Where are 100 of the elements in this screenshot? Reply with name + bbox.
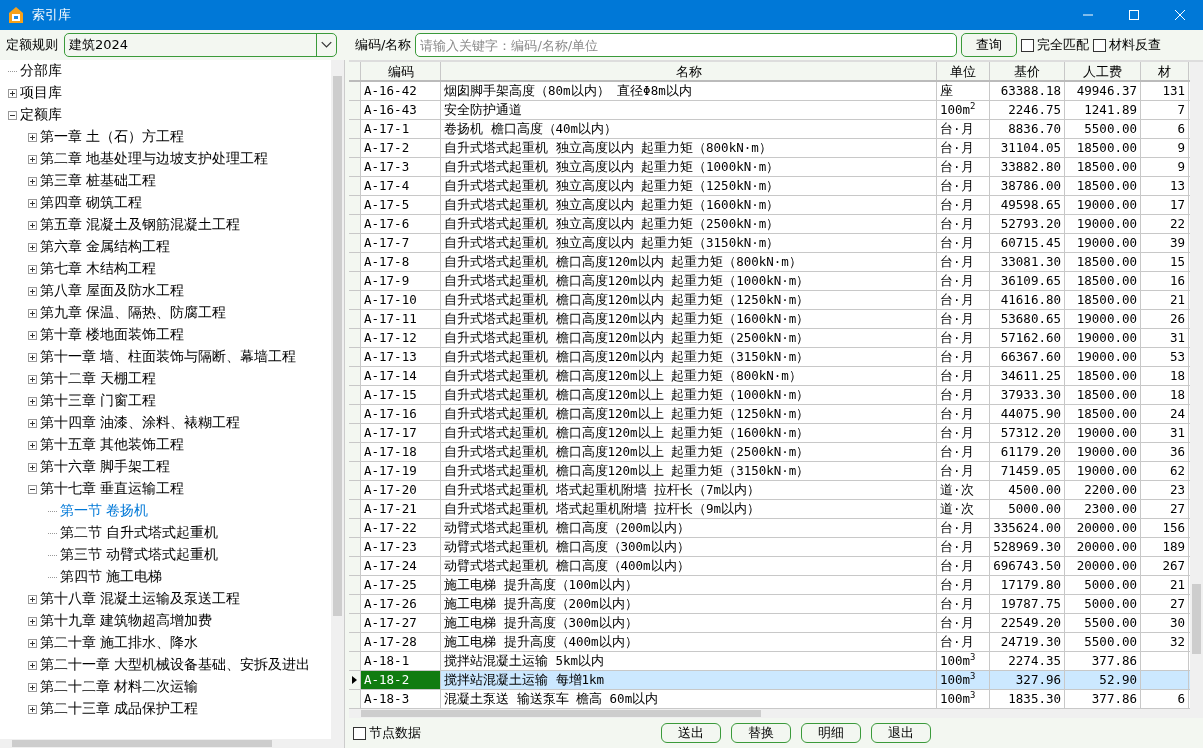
rule-label: 定额规则 [6, 36, 58, 54]
table-cell: 自升式塔式起重机 檐口高度120m以内 起重力矩（800kN·m） [441, 253, 937, 271]
option-checkbox[interactable]: 材料反查 [1093, 36, 1162, 54]
expand-icon[interactable] [8, 88, 17, 98]
tree-item[interactable]: 第二十章 施工排水、降水 [40, 634, 199, 652]
row-header[interactable] [349, 671, 361, 689]
expand-icon[interactable] [28, 198, 37, 208]
scrollbar[interactable] [1190, 62, 1203, 709]
tree-item[interactable]: 第一节 卷扬机 [60, 502, 149, 520]
table-cell: 施工电梯 提升高度（300m以内） [441, 614, 937, 632]
action-button[interactable]: 替换 [731, 723, 791, 743]
tree-item[interactable]: 第四节 施工电梯 [60, 568, 163, 586]
tree-item[interactable]: 第八章 屋面及防水工程 [40, 282, 185, 300]
action-button[interactable]: 送出 [661, 723, 721, 743]
expand-icon[interactable] [28, 308, 37, 318]
expand-icon[interactable] [28, 418, 37, 428]
column-header[interactable]: 单位 [937, 62, 990, 80]
tree-item[interactable]: 第二十二章 材料二次运输 [40, 678, 199, 696]
expand-icon[interactable] [28, 440, 37, 450]
expand-icon[interactable] [28, 462, 37, 472]
table-cell: 19000.00 [1065, 329, 1141, 347]
table-cell: A-17-26 [361, 595, 441, 613]
tree-item[interactable]: 第一章 土（石）方工程 [40, 128, 185, 146]
tree-item[interactable]: 第二十三章 成品保护工程 [40, 700, 199, 718]
table-cell: 18 [1141, 367, 1189, 385]
column-header[interactable]: 基价 [990, 62, 1065, 80]
table-cell: 台·月 [937, 576, 990, 594]
horizontal-scrollbar[interactable] [0, 739, 344, 748]
collapse-icon[interactable] [8, 110, 17, 120]
tree-item[interactable]: 定额库 [20, 106, 62, 124]
tree-item[interactable]: 第九章 保温、隔热、防腐工程 [40, 304, 227, 322]
maximize-icon[interactable] [1129, 10, 1139, 20]
tree-item[interactable]: 第三章 桩基础工程 [40, 172, 157, 190]
expand-icon[interactable] [28, 374, 37, 384]
expand-icon[interactable] [28, 330, 37, 340]
expand-icon[interactable] [28, 638, 37, 648]
tree-item[interactable]: 第四章 砌筑工程 [40, 194, 143, 212]
horizontal-scrollbar[interactable] [349, 709, 1203, 718]
tree-item[interactable]: 第十五章 其他装饰工程 [40, 436, 185, 454]
table-cell: 44075.90 [990, 405, 1065, 423]
expand-icon[interactable] [28, 264, 37, 274]
action-button[interactable]: 明细 [801, 723, 861, 743]
close-icon[interactable] [1175, 10, 1185, 20]
expand-icon[interactable] [28, 352, 37, 362]
tree-item[interactable]: 第七章 木结构工程 [40, 260, 157, 278]
table-cell: A-17-14 [361, 367, 441, 385]
tree-item[interactable]: 第二节 自升式塔式起重机 [60, 524, 219, 542]
expand-icon[interactable] [28, 154, 37, 164]
table-cell: 2300.00 [1065, 500, 1141, 518]
tree-item[interactable]: 第十七章 垂直运输工程 [40, 480, 185, 498]
column-header[interactable]: 编码 [361, 62, 441, 80]
table-cell: A-17-28 [361, 633, 441, 651]
table-cell: 台·月 [937, 519, 990, 537]
scrollbar[interactable] [331, 60, 344, 739]
expand-icon[interactable] [28, 396, 37, 406]
collapse-icon[interactable] [28, 484, 37, 494]
tree-item[interactable]: 第五章 混凝土及钢筋混凝土工程 [40, 216, 241, 234]
table-cell: 19000.00 [1065, 234, 1141, 252]
expand-icon[interactable] [28, 286, 37, 296]
expand-icon[interactable] [28, 176, 37, 186]
tree-item[interactable]: 第十一章 墙、柱面装饰与隔断、幕墙工程 [40, 348, 297, 366]
action-button[interactable]: 退出 [871, 723, 931, 743]
option-checkbox[interactable]: 完全匹配 [1021, 36, 1090, 54]
expand-icon[interactable] [28, 220, 37, 230]
expand-icon[interactable] [28, 132, 37, 142]
tree-item[interactable]: 第十六章 脚手架工程 [40, 458, 171, 476]
tree-item[interactable]: 第十二章 天棚工程 [40, 370, 157, 388]
tree-item[interactable]: 第三节 动臂式塔式起重机 [60, 546, 219, 564]
table-cell: 6 [1141, 120, 1189, 138]
expand-icon[interactable] [28, 594, 37, 604]
tree-item[interactable]: 项目库 [20, 84, 62, 102]
tree-item[interactable]: 第十四章 油漆、涂料、裱糊工程 [40, 414, 241, 432]
expand-icon[interactable] [28, 616, 37, 626]
tree-item[interactable]: 分部库 [20, 62, 62, 80]
tree-item[interactable]: 第二章 地基处理与边坡支护处理工程 [40, 150, 269, 168]
search-button[interactable]: 查询 [961, 33, 1018, 57]
column-header[interactable]: 材 [1141, 62, 1189, 80]
table-cell: 动臂式塔式起重机 檐口高度（300m以内） [441, 538, 937, 556]
table-cell: 台·月 [937, 329, 990, 347]
tree-item[interactable]: 第六章 金属结构工程 [40, 238, 171, 256]
expand-icon[interactable] [28, 704, 37, 714]
expand-icon[interactable] [28, 242, 37, 252]
tree-item[interactable]: 第二十一章 大型机械设备基础、安拆及进出 [40, 656, 311, 674]
node-data-checkbox[interactable]: 节点数据 [353, 724, 421, 742]
table-cell: 18 [1141, 386, 1189, 404]
table-cell: 377.86 [1065, 690, 1141, 708]
table-cell: 19000.00 [1065, 443, 1141, 461]
search-field[interactable]: 请输入关键字：编码/名称/单位 [415, 33, 958, 57]
table-cell: 19000.00 [1065, 348, 1141, 366]
tree-item[interactable]: 第十章 楼地面装饰工程 [40, 326, 185, 344]
expand-icon[interactable] [28, 660, 37, 670]
expand-icon[interactable] [28, 682, 37, 692]
column-header[interactable]: 名称 [441, 62, 937, 80]
rule-dropdown[interactable]: 建筑2024 [64, 33, 337, 57]
table-cell: 自升式塔式起重机 独立高度以内 起重力矩（3150kN·m） [441, 234, 937, 252]
table-cell: 自升式塔式起重机 檐口高度120m以内 起重力矩（2500kN·m） [441, 329, 937, 347]
tree-item[interactable]: 第十九章 建筑物超高增加费 [40, 612, 213, 630]
tree-item[interactable]: 第十三章 门窗工程 [40, 392, 157, 410]
tree-item[interactable]: 第十八章 混凝土运输及泵送工程 [40, 590, 241, 608]
column-header[interactable]: 人工费 [1065, 62, 1141, 80]
